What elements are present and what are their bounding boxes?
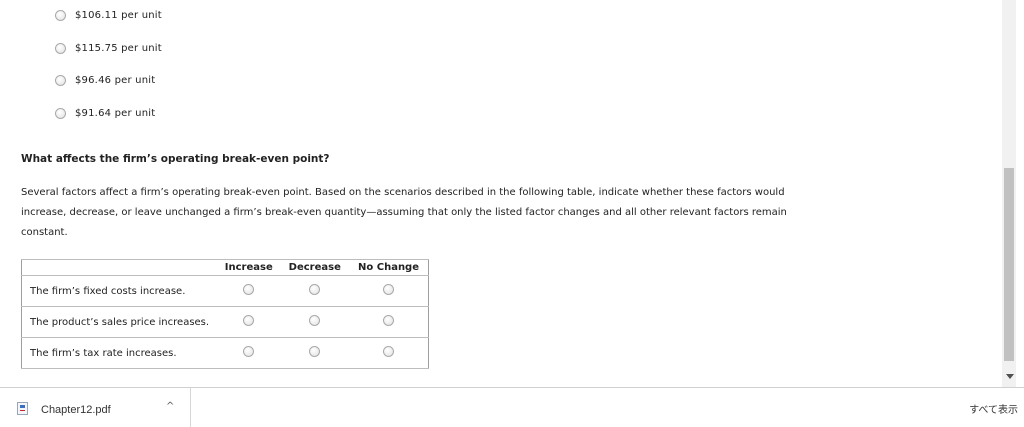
radio-button[interactable]: [55, 74, 66, 86]
radio-decrease[interactable]: [309, 346, 321, 357]
scrollbar-edge: [1016, 0, 1024, 387]
radio-increase[interactable]: [243, 346, 255, 357]
cell-increase: [217, 275, 281, 307]
vertical-scrollbar[interactable]: [1002, 0, 1024, 387]
question-paragraph: Several factors affect a firm’s operatin…: [21, 187, 787, 238]
row-label: The firm’s tax rate increases.: [21, 337, 217, 369]
answer-option[interactable]: $96.46 per unit: [55, 72, 155, 88]
radio-button[interactable]: [55, 9, 66, 21]
table-row: The firm’s tax rate increases.: [21, 337, 429, 369]
answer-option[interactable]: $115.75 per unit: [55, 40, 162, 56]
radio-increase[interactable]: [243, 315, 255, 326]
pdf-file-icon: [17, 402, 28, 415]
cell-no-change: [349, 337, 429, 369]
table-header-decrease: Decrease: [280, 259, 350, 276]
row-label: The product’s sales price increases.: [21, 306, 217, 338]
radio-no-change[interactable]: [383, 346, 395, 357]
option-label: $91.64 per unit: [75, 107, 156, 119]
answer-option[interactable]: $91.64 per unit: [55, 105, 155, 121]
cell-decrease: [280, 306, 350, 338]
download-file-name: Chapter12.pdf: [41, 404, 111, 416]
scrollbar-thumb[interactable]: [1004, 168, 1014, 361]
radio-button[interactable]: [55, 42, 66, 54]
table-header-increase: Increase: [217, 259, 281, 276]
radio-button[interactable]: [55, 107, 66, 119]
table-header-blank: [21, 259, 217, 276]
option-label: $96.46 per unit: [75, 74, 156, 86]
show-all-button[interactable]: すべて表示: [969, 401, 1018, 416]
download-bar: Chapter12.pdf ^ すべて表示: [0, 387, 1024, 427]
page-content: $106.11 per unit $115.75 per unit $96.46…: [0, 0, 1002, 387]
factors-table: Increase Decrease No Change The firm’s f…: [21, 259, 429, 369]
cell-decrease: [280, 275, 350, 307]
table-row: The product’s sales price increases.: [21, 306, 429, 338]
question-heading: What affects the firm’s operating break-…: [21, 153, 330, 165]
cell-no-change: [349, 275, 429, 307]
radio-no-change[interactable]: [383, 284, 395, 295]
scroll-down-arrow-icon[interactable]: [1006, 374, 1014, 379]
table-header-no-change: No Change: [349, 259, 429, 276]
cell-no-change: [349, 306, 429, 338]
chevron-up-icon[interactable]: ^: [166, 401, 174, 412]
radio-decrease[interactable]: [309, 284, 321, 295]
row-label: The firm’s fixed costs increase.: [21, 275, 217, 307]
option-label: $106.11 per unit: [75, 9, 162, 21]
table-header-row: Increase Decrease No Change: [21, 259, 429, 276]
radio-increase[interactable]: [243, 284, 255, 295]
cell-decrease: [280, 337, 350, 369]
option-label: $115.75 per unit: [75, 42, 162, 54]
download-item[interactable]: Chapter12.pdf ^: [0, 388, 191, 427]
answer-option[interactable]: $106.11 per unit: [55, 7, 162, 23]
radio-decrease[interactable]: [309, 315, 321, 326]
cell-increase: [217, 306, 281, 338]
radio-no-change[interactable]: [383, 315, 395, 326]
cell-increase: [217, 337, 281, 369]
table-row: The firm’s fixed costs increase.: [21, 275, 429, 307]
